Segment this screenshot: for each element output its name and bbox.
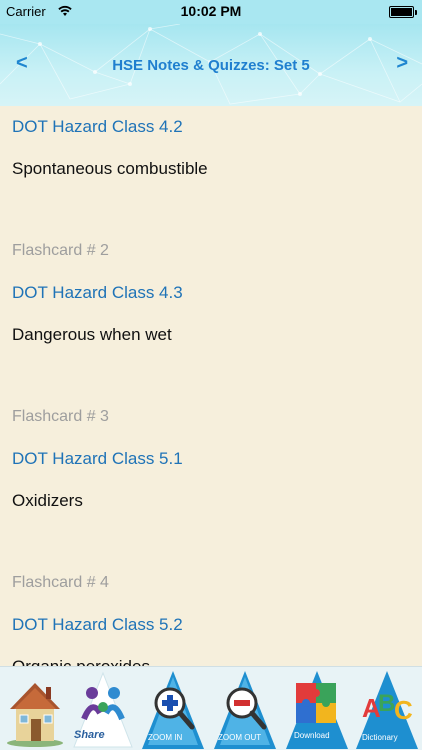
flashcard-3: Flashcard # 3 DOT Hazard Class 5.1 Oxidi…: [12, 396, 422, 562]
zoom-in-button[interactable]: ZOOM IN: [140, 669, 206, 749]
dictionary-label: Dictionary: [362, 733, 398, 742]
flashcard-number: Flashcard # 2: [12, 242, 109, 259]
battery-icon: [389, 6, 417, 18]
flashcard-4: Flashcard # 4 DOT Hazard Class 5.2 Organ…: [12, 562, 422, 666]
share-label: Share: [74, 729, 105, 741]
svg-text:B: B: [378, 690, 395, 717]
dictionary-button[interactable]: A B C Dictionary: [354, 669, 420, 749]
flashcard-list[interactable]: DOT Hazard Class 4.2 Spontaneous combust…: [0, 106, 422, 666]
flashcard-front: DOT Hazard Class 5.1: [12, 449, 183, 468]
clock: 10:02 PM: [180, 3, 242, 19]
page-title: HSE Notes & Quizzes: Set 5: [112, 57, 310, 74]
flashcard-back: Organic peroxides: [12, 646, 422, 666]
flashcard-front: DOT Hazard Class 5.2: [12, 615, 183, 634]
nav-bar: < HSE Notes & Quizzes: Set 5 >: [0, 24, 422, 106]
status-bar: Carrier 10:02 PM: [0, 0, 422, 24]
share-button[interactable]: Share: [70, 669, 136, 749]
flashcard-front: DOT Hazard Class 4.3: [12, 283, 183, 302]
home-button[interactable]: [2, 669, 68, 749]
zoom-in-label: ZOOM IN: [148, 733, 183, 742]
zoom-out-label: ZOOM OUT: [218, 733, 262, 742]
flashcard-back: Dangerous when wet: [12, 325, 172, 344]
flashcard-1: DOT Hazard Class 4.2 Spontaneous combust…: [12, 106, 422, 230]
flashcard-number: Flashcard # 4: [12, 574, 109, 591]
svg-text:C: C: [394, 695, 413, 725]
flashcard-back: Spontaneous combustible: [12, 159, 208, 178]
zoom-out-button[interactable]: ZOOM OUT: [212, 669, 278, 749]
flashcard-back: Oxidizers: [12, 491, 83, 510]
puzzle-button[interactable]: Download: [284, 669, 350, 749]
flashcard-2: Flashcard # 2 DOT Hazard Class 4.3 Dange…: [12, 230, 422, 396]
house-icon: [7, 683, 63, 747]
puzzle-label: Download: [294, 731, 330, 740]
flashcard-number: Flashcard # 3: [12, 408, 109, 425]
bottom-toolbar: Share ZOOM IN ZOOM OUT Download A B C Di…: [0, 666, 422, 750]
flashcard-front: DOT Hazard Class 4.2: [12, 117, 183, 136]
forward-button[interactable]: >: [396, 52, 408, 75]
